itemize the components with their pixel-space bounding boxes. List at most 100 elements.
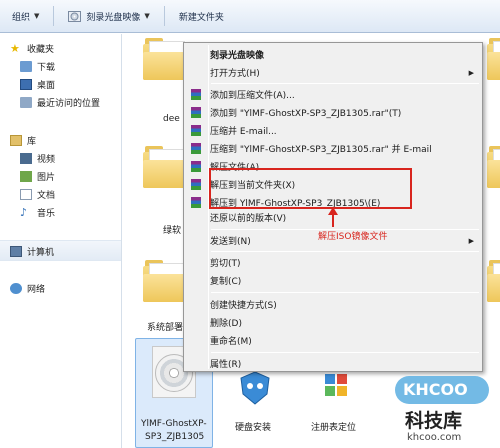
winrar-icon	[191, 107, 201, 118]
app-label: 硬盘安装	[235, 423, 272, 433]
menu-item-label: 发送到(N)	[210, 237, 251, 247]
iso-file-name-line2: SP3_ZJB1305	[145, 432, 205, 442]
watermark-url: khcoo.com	[407, 432, 462, 443]
menu-separator	[211, 292, 479, 293]
menu-separator	[211, 83, 479, 84]
burn-disc-icon	[68, 10, 82, 22]
menu-item-label: 添加到 "YlMF-GhostXP-SP3_ZJB1305.rar"(T)	[210, 109, 402, 119]
folder-icon[interactable]	[487, 38, 500, 80]
command-toolbar: 组织 ▼ 刻录光盘映像 ▼ 新建文件夹	[0, 0, 500, 33]
organize-button[interactable]: 组织 ▼	[6, 4, 45, 28]
nav-network[interactable]: 网络	[10, 280, 45, 296]
star-icon: ★	[10, 41, 20, 55]
menu-item-label: 压缩并 E-mail...	[210, 127, 277, 137]
registry-locator-icon[interactable]	[319, 368, 359, 408]
menu-item-cut[interactable]: 剪切(T)	[186, 254, 480, 271]
winrar-icon	[191, 197, 201, 208]
winrar-icon	[191, 161, 201, 172]
menu-item-compress-rar-email[interactable]: 压缩到 "YlMF-GhostXP-SP3_ZJB1305.rar" 并 E-m…	[186, 140, 480, 157]
menu-item-label: 还原以前的版本(V)	[210, 214, 287, 224]
new-folder-label: 新建文件夹	[178, 12, 224, 23]
folder-label: 绿软	[163, 226, 182, 236]
nav-documents-label: 文档	[37, 190, 56, 201]
winrar-icon	[191, 143, 201, 154]
burn-image-button[interactable]: 刻录光盘映像 ▼	[62, 4, 155, 28]
menu-item-add-to-rar[interactable]: 添加到 "YlMF-GhostXP-SP3_ZJB1305.rar"(T)	[186, 104, 480, 121]
annotation-text: 解压ISO镜像文件	[318, 232, 388, 242]
menu-item-open-with[interactable]: 打开方式(H) ▶	[186, 64, 480, 81]
nav-music-label: 音乐	[37, 208, 56, 219]
menu-item-label: 剪切(T)	[210, 259, 241, 269]
app-label: 注册表定位	[311, 423, 357, 433]
nav-music[interactable]: ♪ 音乐	[20, 204, 55, 220]
navigation-pane: ★ 收藏夹 下载 桌面 最近访问的位置 库 视频 图片 文档 ♪ 音乐 计算机 …	[0, 34, 122, 448]
menu-item-label: 压缩到 "YlMF-GhostXP-SP3_ZJB1305.rar" 并 E-m…	[210, 145, 432, 155]
submenu-arrow-icon: ▶	[468, 68, 474, 77]
document-icon	[20, 188, 32, 200]
toolbar-divider	[53, 6, 55, 26]
menu-separator	[211, 352, 479, 353]
nav-favorites[interactable]: ★ 收藏夹	[10, 40, 54, 56]
nav-videos-label: 视频	[37, 154, 56, 165]
nav-pictures-label: 图片	[37, 172, 56, 183]
burn-image-label: 刻录光盘映像	[86, 12, 141, 23]
menu-item-label: 重命名(M)	[210, 337, 252, 347]
menu-item-add-to-archive[interactable]: 添加到压缩文件(A)...	[186, 86, 480, 103]
winrar-icon	[191, 179, 201, 190]
nav-libraries-label: 库	[27, 136, 37, 147]
folder-icon[interactable]	[487, 146, 500, 188]
computer-icon	[10, 245, 22, 257]
nav-network-label: 网络	[27, 284, 46, 295]
menu-item-label: 打开方式(H)	[210, 69, 260, 79]
desktop-icon	[20, 78, 32, 90]
watermark-name: 科技库	[405, 410, 463, 432]
nav-downloads-label: 下载	[37, 62, 56, 73]
menu-item-properties[interactable]: 属性(R)	[186, 355, 480, 372]
menu-item-delete[interactable]: 删除(D)	[186, 314, 480, 331]
menu-separator	[211, 251, 479, 252]
ghost-installer-icon[interactable]	[235, 368, 275, 408]
music-icon: ♪	[20, 205, 28, 219]
winrar-icon	[191, 125, 201, 136]
iso-file-name-line1: YlMF-GhostXP-	[141, 419, 207, 429]
menu-item-label: 属性(R)	[210, 360, 242, 370]
winrar-icon	[191, 89, 201, 100]
chevron-down-icon: ▼	[34, 12, 40, 20]
nav-desktop[interactable]: 桌面	[20, 76, 55, 92]
picture-icon	[20, 170, 32, 182]
library-icon	[10, 134, 22, 146]
recent-places-icon	[20, 96, 32, 108]
nav-downloads[interactable]: 下载	[20, 58, 55, 74]
network-icon	[10, 282, 22, 294]
nav-desktop-label: 桌面	[37, 80, 56, 91]
highlight-box	[209, 168, 412, 209]
menu-item-burn-image[interactable]: 刻录光盘映像	[186, 46, 480, 63]
nav-libraries[interactable]: 库	[10, 132, 36, 148]
nav-documents[interactable]: 文档	[20, 186, 55, 202]
nav-pictures[interactable]: 图片	[20, 168, 55, 184]
nav-computer[interactable]: 计算机	[10, 243, 54, 259]
folder-label: 系统部署	[147, 323, 184, 333]
annotation-arrow	[332, 209, 334, 227]
menu-item-label: 添加到压缩文件(A)...	[210, 91, 295, 101]
submenu-arrow-icon: ▶	[468, 236, 474, 245]
folder-label: dee	[163, 114, 180, 124]
chevron-down-icon: ▼	[144, 12, 150, 20]
menu-item-copy[interactable]: 复制(C)	[186, 272, 480, 289]
video-icon	[20, 152, 32, 164]
menu-item-rename[interactable]: 重命名(M)	[186, 332, 480, 349]
menu-item-create-shortcut[interactable]: 创建快捷方式(S)	[186, 296, 480, 313]
nav-videos[interactable]: 视频	[20, 150, 55, 166]
menu-item-label: 删除(D)	[210, 319, 242, 329]
new-folder-button[interactable]: 新建文件夹	[173, 4, 230, 28]
downloads-icon	[20, 60, 32, 72]
nav-recent[interactable]: 最近访问的位置	[20, 94, 100, 110]
menu-item-label: 复制(C)	[210, 277, 242, 287]
nav-recent-label: 最近访问的位置	[37, 98, 101, 109]
menu-item-compress-email[interactable]: 压缩并 E-mail...	[186, 122, 480, 139]
toolbar-divider	[163, 6, 165, 26]
watermark-logo: KHCOO	[403, 380, 468, 399]
menu-item-label: 刻录光盘映像	[210, 51, 265, 61]
watermark: KHCOO 科技库 khcoo.com	[395, 376, 500, 448]
folder-icon[interactable]	[487, 260, 500, 302]
